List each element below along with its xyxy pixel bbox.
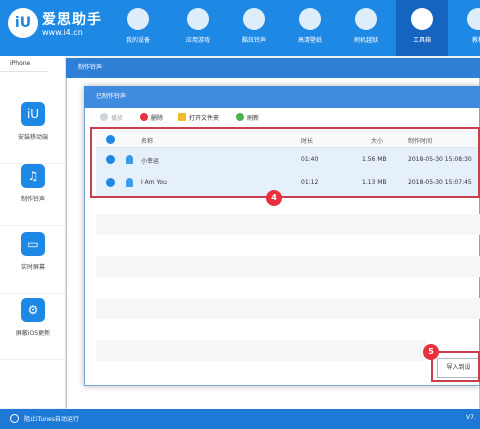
play-icon [100,113,108,121]
folder-icon [178,113,186,121]
version-label: V7. [466,414,476,421]
gear-icon: ⚙ [21,298,45,322]
delete-button[interactable]: 删除 [140,113,163,125]
refresh-icon [236,113,244,121]
sidebar-item-block-ios-update[interactable]: ⚙ 屏蔽iOS更新 [0,286,66,360]
box-icon [355,8,377,30]
empty-row [96,298,480,319]
app-name: 爱思助手 [42,12,102,28]
app-store-icon [187,8,209,30]
bell-icon [243,8,265,30]
book-icon [467,8,480,30]
step-5-badge: 5 [423,344,439,360]
make-ringtone-dialog-title: 制作铃声 [66,58,480,78]
open-folder-button[interactable]: 打开文件夹 [178,113,219,125]
nav-flash-jailbreak[interactable]: 刷机越狱 [340,6,392,54]
sidebar-item-make-ringtone[interactable]: ♫ 制作铃声 [0,152,66,226]
refresh-button[interactable]: 刷新 [236,113,259,125]
radio-icon[interactable] [10,414,19,423]
highlight-box-import [431,351,480,382]
nav-toolbox[interactable]: 工具箱 [396,0,448,56]
app-url: www.i4.cn [42,28,83,37]
highlight-box-rows [90,127,480,198]
tools-icon [411,8,433,30]
empty-row [96,340,426,361]
nav-tutorials[interactable]: 教程 [452,6,480,54]
made-ringtones-dialog-title: 已制作铃声 [84,86,480,108]
block-itunes-autorun[interactable]: 阻止iTunes自动运行 [24,414,79,423]
i4-icon: iU [21,102,45,126]
apple-icon [127,8,149,30]
monitor-icon: ▭ [21,232,45,256]
nav-my-device[interactable]: 我的设备 [112,6,164,54]
nav-apps-games[interactable]: 应用游戏 [172,6,224,54]
nav-ringtones[interactable]: 酷炫铃声 [228,6,280,54]
delete-icon [140,113,148,121]
step-4-badge: 4 [266,190,282,206]
i4-logo-icon: iU [8,8,38,38]
empty-row [96,256,480,277]
sidebar-item-realtime-screen[interactable]: ▭ 实时屏幕 [0,220,66,294]
nav-wallpapers[interactable]: 高清壁纸 [284,6,336,54]
play-button[interactable]: 播放 [100,113,123,125]
bell-icon: ♫ [21,164,45,188]
flower-icon [299,8,321,30]
empty-row [96,214,480,235]
tab-iphone[interactable]: iPhone [0,56,48,72]
